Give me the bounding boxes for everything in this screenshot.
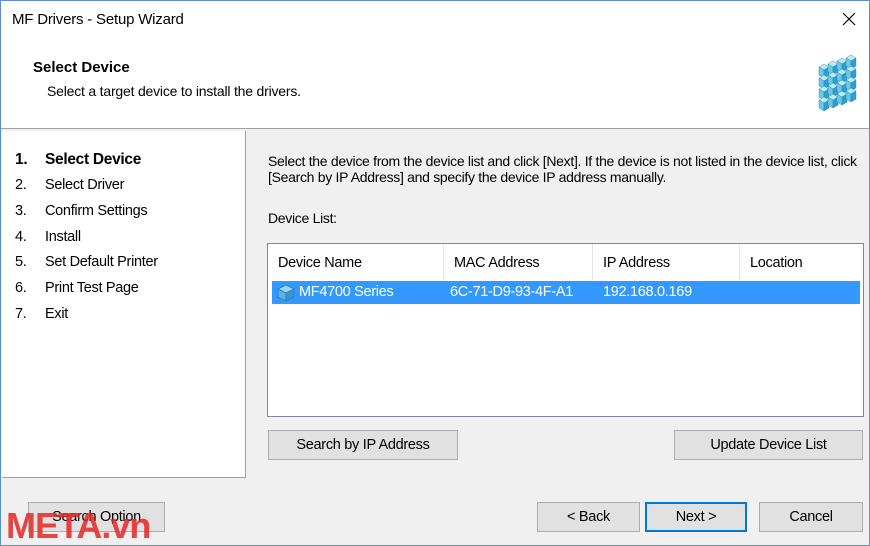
step-label: Select Device (45, 151, 142, 168)
device-row[interactable]: MF4700 Series 6C-71-D9-93-4F-A1 192.168.… (272, 281, 860, 304)
column-header-location[interactable]: Location (740, 244, 863, 280)
step-number: 1. (15, 151, 28, 168)
step-item: 5. Set Default Printer (15, 254, 158, 270)
step-item: 6. Print Test Page (15, 280, 139, 296)
device-list[interactable]: Device Name MAC Address IP Address Locat… (267, 243, 864, 417)
back-button[interactable]: < Back (537, 502, 640, 532)
title-bar: MF Drivers - Setup Wizard (1, 1, 869, 37)
page-subtitle: Select a target device to install the dr… (47, 83, 301, 99)
close-icon (842, 12, 856, 26)
device-location-cell (740, 281, 860, 304)
step-number: 3. (15, 203, 27, 219)
cancel-button[interactable]: Cancel (759, 502, 863, 532)
step-item: 1. Select Device (15, 151, 141, 169)
step-number: 5. (15, 254, 27, 270)
step-item: 2. Select Driver (15, 177, 124, 193)
step-number: 6. (15, 280, 27, 296)
step-item: 4. Install (15, 229, 81, 245)
step-label: Select Driver (45, 177, 125, 193)
column-header-device-name[interactable]: Device Name (268, 244, 444, 280)
step-label: Print Test Page (45, 280, 139, 296)
steps-panel: 1. Select Device 2. Select Driver 3. Confirm … (2, 131, 246, 478)
close-button[interactable] (829, 1, 869, 37)
update-device-list-button[interactable]: Update Device List (674, 430, 863, 460)
device-ip-cell: 192.168.0.169 (603, 284, 692, 300)
step-number: 4. (15, 229, 27, 245)
search-option-button[interactable]: Search Option (28, 502, 165, 532)
device-list-label: Device List: (268, 210, 337, 226)
next-button[interactable]: Next > (645, 502, 747, 532)
step-label: Exit (45, 306, 68, 322)
step-label: Confirm Settings (45, 203, 148, 219)
device-name: MF4700 Series (299, 284, 394, 300)
device-mac-cell: 6C-71-D9-93-4F-A1 (450, 284, 574, 300)
step-label: Set Default Printer (45, 254, 158, 270)
step-item: 3. Confirm Settings (15, 203, 148, 219)
column-header-ip-address[interactable]: IP Address (593, 244, 740, 280)
step-label: Install (45, 229, 81, 245)
window-title: MF Drivers - Setup Wizard (12, 11, 184, 28)
device-name-cell: MF4700 Series (272, 281, 444, 304)
search-by-ip-button[interactable]: Search by IP Address (268, 430, 458, 460)
device-list-header: Device Name MAC Address IP Address Locat… (268, 244, 863, 280)
step-number: 7. (15, 306, 27, 322)
printer-device-icon (277, 284, 295, 302)
step-number: 2. (15, 177, 27, 193)
column-header-mac-address[interactable]: MAC Address (444, 244, 593, 280)
step-item: 7. Exit (15, 306, 68, 322)
wizard-footer: Search Option < Back Next > Cancel (1, 479, 869, 545)
instructions-text: Select the device from the device list a… (268, 153, 857, 185)
wizard-header: Select Device Select a target device to … (1, 37, 869, 129)
page-title: Select Device (33, 59, 130, 76)
setup-wizard-window: MF Drivers - Setup Wizard Select Device … (0, 0, 870, 546)
cube-grid-logo-icon (818, 54, 857, 112)
content-panel: Select the device from the device list a… (247, 131, 869, 478)
